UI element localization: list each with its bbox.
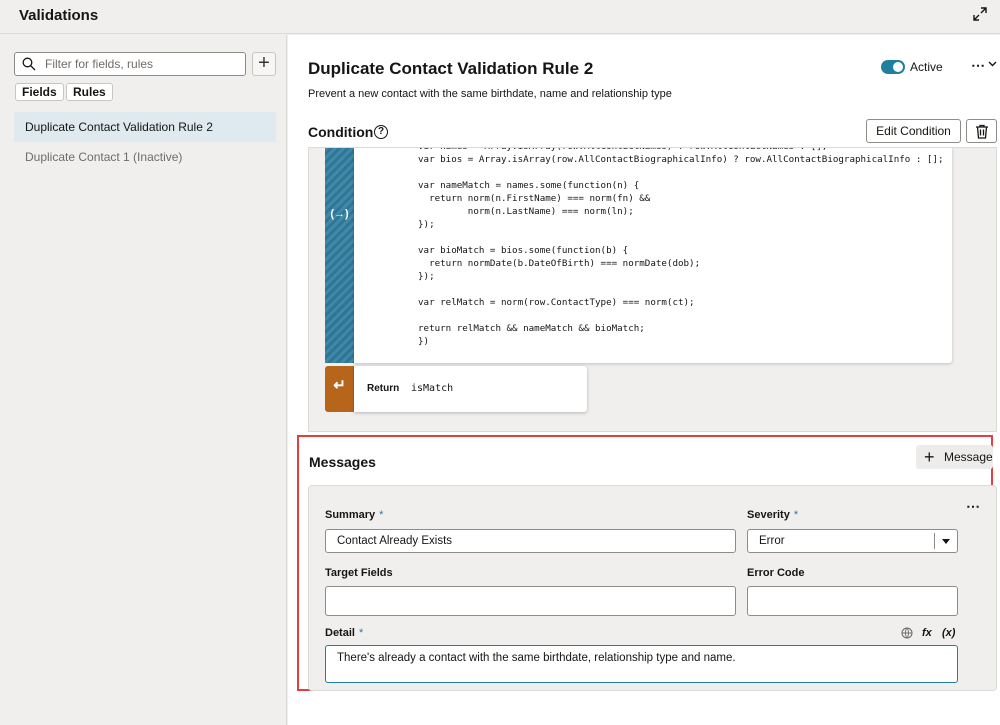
help-icon[interactable]: ?	[374, 125, 388, 139]
severity-value: Error	[759, 535, 785, 547]
plus-icon: +	[924, 447, 935, 467]
expand-icon[interactable]	[972, 6, 988, 22]
trash-icon	[976, 124, 988, 139]
active-label: Active	[910, 60, 943, 74]
page-title: Validations	[19, 7, 99, 24]
code-block-bar	[325, 148, 354, 363]
detail-field[interactable]: There's already a contact with the same …	[325, 645, 958, 683]
rule-title: Duplicate Contact Validation Rule 2	[308, 59, 594, 78]
globe-icon[interactable]	[901, 627, 913, 639]
messages-section: Messages + Message ⋯ Summary * Contact Al…	[297, 435, 997, 691]
return-icon: ↵	[333, 377, 346, 394]
code-block-card[interactable]: var names = Array.isArray(row.AllContact…	[354, 148, 952, 363]
rules-chip[interactable]: Rules	[66, 83, 113, 101]
rule-description: Prevent a new contact with the same birt…	[308, 88, 672, 100]
edit-condition-button[interactable]: Edit Condition	[866, 119, 961, 143]
more-actions-icon[interactable]: ⋯	[966, 498, 981, 515]
target-fields-label: Target Fields	[325, 567, 393, 579]
search-icon	[22, 57, 36, 71]
error-code-label: Error Code	[747, 567, 805, 579]
delete-button[interactable]	[966, 119, 997, 143]
severity-label: Severity *	[747, 509, 799, 521]
filter-input[interactable]	[45, 56, 240, 72]
rule-detail-panel: Duplicate Contact Validation Rule 2 Prev…	[288, 35, 1000, 725]
return-label: Return	[367, 383, 400, 394]
add-message-label: Message	[944, 450, 993, 464]
detail-label: Detail *	[325, 627, 364, 639]
chevron-down-icon[interactable]	[988, 59, 997, 68]
condition-code: var names = Array.isArray(row.AllContact…	[418, 148, 944, 347]
messages-heading: Messages	[309, 454, 376, 470]
header-bar: Validations	[0, 0, 1000, 34]
active-toggle[interactable]	[881, 60, 905, 74]
error-code-field[interactable]	[747, 586, 958, 616]
variable-icon[interactable]: (x)	[942, 627, 955, 639]
message-card: ⋯ Summary * Contact Already Exists Severi…	[308, 485, 997, 691]
dropdown-arrow-icon	[942, 539, 950, 544]
summary-field[interactable]: Contact Already Exists	[325, 529, 736, 553]
code-block-icon: (→)	[330, 208, 349, 220]
add-message-button[interactable]: + Message	[916, 445, 993, 469]
filter-field[interactable]	[14, 52, 246, 76]
severity-select[interactable]: Error	[747, 529, 958, 553]
return-block-card[interactable]: Return isMatch	[354, 366, 587, 412]
function-icon[interactable]: fx	[922, 627, 932, 639]
more-actions-icon[interactable]: ⋯	[971, 57, 986, 74]
target-fields-field[interactable]	[325, 586, 736, 616]
return-value: isMatch	[411, 383, 454, 394]
add-rule-button[interactable]: +	[252, 52, 276, 76]
fields-chip[interactable]: Fields	[15, 83, 64, 101]
rule-list-item[interactable]: Duplicate Contact 1 (Inactive)	[14, 142, 276, 172]
sidebar: + Fields Rules Duplicate Contact Validat…	[0, 35, 287, 725]
condition-heading: Condition	[308, 124, 374, 140]
summary-label: Summary *	[325, 509, 384, 521]
rule-list-item[interactable]: Duplicate Contact Validation Rule 2	[14, 112, 276, 142]
condition-canvas: (→) var names = Array.isArray(row.AllCon…	[308, 147, 997, 432]
